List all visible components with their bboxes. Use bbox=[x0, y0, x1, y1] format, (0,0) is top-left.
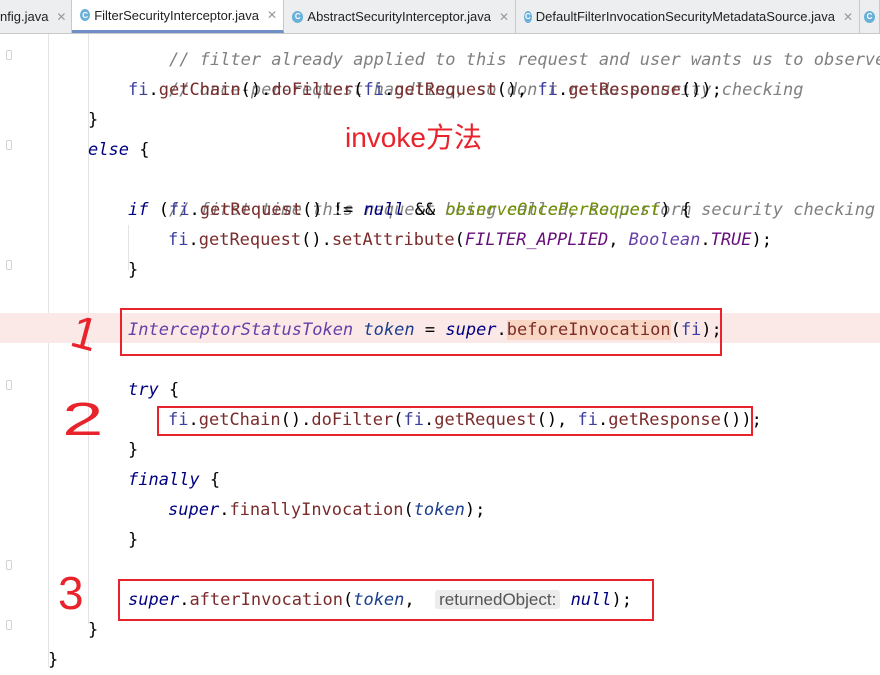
code-line: // once-per-request handling, so don't r… bbox=[128, 45, 804, 100]
field: observeOncePerRequest bbox=[445, 200, 661, 220]
highlight-box-1 bbox=[120, 308, 722, 356]
fold-marker[interactable] bbox=[6, 260, 12, 270]
step-number-2: 2 bbox=[62, 393, 104, 445]
fold-marker[interactable] bbox=[6, 560, 12, 570]
code-line: } bbox=[128, 435, 138, 465]
code-line: } bbox=[128, 525, 138, 555]
code-line: } bbox=[48, 645, 58, 675]
code-line: // filter already applied to this reques… bbox=[128, 15, 880, 70]
constant: FILTER_APPLIED bbox=[464, 230, 609, 250]
keyword: super bbox=[168, 500, 220, 520]
brace: } bbox=[128, 260, 139, 280]
indent-guide bbox=[48, 34, 49, 667]
variable: token bbox=[413, 500, 465, 520]
code-line: // first time this request being called,… bbox=[128, 165, 875, 220]
highlight-box-3 bbox=[118, 579, 654, 621]
method-call: getResponse bbox=[568, 80, 681, 100]
method-call: getRequest bbox=[198, 230, 302, 250]
code-line: } bbox=[128, 255, 138, 285]
step-number-3: 3 bbox=[58, 567, 84, 619]
code-line: fi.getRequest().setAttribute(FILTER_APPL… bbox=[168, 230, 773, 250]
type: Boolean bbox=[628, 230, 701, 250]
highlight-box-2 bbox=[157, 406, 753, 436]
brace: { bbox=[139, 140, 150, 160]
brace: { bbox=[209, 470, 221, 490]
method-call: doFilter bbox=[271, 80, 354, 100]
close-icon[interactable]: ✕ bbox=[56, 10, 66, 24]
brace: { bbox=[680, 200, 692, 220]
fold-marker[interactable] bbox=[6, 380, 12, 390]
brace: { bbox=[168, 380, 180, 400]
code-line: } bbox=[88, 615, 98, 645]
identifier: fi bbox=[537, 80, 559, 100]
tab-config-java[interactable]: nfig.java ✕ bbox=[0, 0, 72, 33]
fold-marker[interactable] bbox=[6, 620, 12, 630]
brace: } bbox=[128, 530, 139, 550]
method-call: setAttribute bbox=[331, 230, 455, 250]
code-line: try { bbox=[128, 375, 179, 405]
brace: } bbox=[88, 110, 99, 130]
keyword: else bbox=[88, 140, 129, 160]
identifier: fi bbox=[168, 230, 189, 250]
annotation-title: invoke方法 bbox=[345, 122, 482, 153]
keyword: if bbox=[128, 200, 149, 220]
code-line: super.finallyInvocation(token); bbox=[168, 500, 486, 520]
tab-label: nfig.java bbox=[0, 9, 49, 24]
keyword: null bbox=[363, 200, 405, 220]
method-call: getRequest bbox=[394, 80, 497, 100]
code-line: } bbox=[88, 105, 98, 135]
constant: TRUE bbox=[710, 230, 752, 250]
code-line: else { bbox=[88, 135, 149, 165]
identifier: fi bbox=[168, 200, 190, 220]
keyword: try bbox=[128, 380, 159, 400]
editor-gutter bbox=[0, 34, 36, 667]
class-icon: C bbox=[80, 9, 91, 21]
code-line: if (fi.getRequest() != null && observeOn… bbox=[128, 200, 692, 220]
operator: != bbox=[332, 200, 354, 220]
operator: && bbox=[414, 200, 436, 220]
method-call: finallyInvocation bbox=[229, 500, 404, 520]
code-line: fi.getChain().doFilter(fi.getRequest(), … bbox=[128, 80, 722, 100]
brace: } bbox=[128, 440, 139, 460]
identifier: fi bbox=[363, 80, 384, 100]
method-call: getChain bbox=[158, 80, 241, 100]
brace: } bbox=[88, 620, 99, 640]
code-line: finally { bbox=[128, 465, 220, 495]
fold-marker[interactable] bbox=[6, 140, 12, 150]
keyword: finally bbox=[128, 470, 200, 490]
brace: } bbox=[48, 650, 59, 670]
method-call: getRequest bbox=[199, 200, 303, 220]
identifier: fi bbox=[128, 80, 149, 100]
fold-marker[interactable] bbox=[6, 50, 12, 60]
